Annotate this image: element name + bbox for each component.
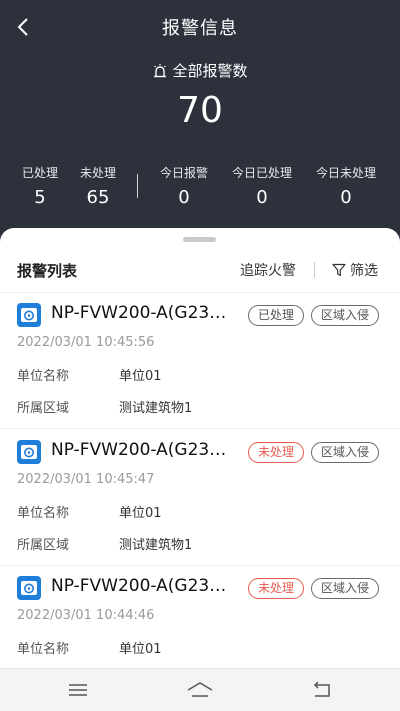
alarm-list-sheet: 报警列表 追踪火警 筛选 NP-FVW200-A(G23… 已处理 区域入侵 2… <box>0 228 400 668</box>
stat-label: 未处理 <box>79 166 116 180</box>
alarm-time: 2022/03/01 10:44:46 <box>17 608 155 623</box>
alarm-card[interactable]: NP-FVW200-A(G23… 已处理 区域入侵 2022/03/01 10:… <box>0 293 400 429</box>
stat-label: 已处理 <box>21 166 58 180</box>
camera-device-icon <box>17 576 41 600</box>
system-nav-bar <box>0 668 400 711</box>
stats-divider <box>137 174 138 198</box>
camera-device-icon <box>17 440 41 464</box>
alarm-card[interactable]: NP-FVW200-A(G23… 未处理 区域入侵 2022/03/01 10:… <box>0 566 400 668</box>
stat-unprocessed: 未处理 65 <box>78 164 118 208</box>
status-badge: 已处理 <box>248 305 305 326</box>
alarm-time: 2022/03/01 10:45:47 <box>17 472 155 487</box>
stat-value: 0 <box>256 187 268 208</box>
alarm-siren-icon <box>154 63 167 77</box>
toolbar-divider <box>314 262 315 278</box>
filter-funnel-icon <box>332 263 346 277</box>
stats-row: 已处理 5 未处理 65 今日报警 0 今日已处理 0 今日未处理 0 <box>0 164 400 214</box>
total-alarms-label-row: 全部报警数 <box>0 60 400 81</box>
area-value: 测试建筑物1 <box>119 538 193 553</box>
stat-value: 5 <box>34 187 46 208</box>
total-alarms-label: 全部报警数 <box>172 62 248 80</box>
stat-processed: 已处理 5 <box>20 164 60 208</box>
track-fire-button[interactable]: 追踪火警 <box>240 260 296 280</box>
stat-label: 今日报警 <box>159 166 208 180</box>
menu-icon[interactable] <box>66 679 90 701</box>
filter-label: 筛选 <box>350 263 378 279</box>
stat-value: 0 <box>340 187 352 208</box>
stat-value: 0 <box>178 187 190 208</box>
device-name: NP-FVW200-A(G23… <box>51 303 227 323</box>
status-badge: 未处理 <box>248 578 305 599</box>
stat-today-unprocessed: 今日未处理 0 <box>311 164 381 208</box>
stat-label: 今日已处理 <box>231 166 292 180</box>
page-title: 报警信息 <box>162 18 238 39</box>
device-name: NP-FVW200-A(G23… <box>51 576 227 596</box>
unit-name-label: 单位名称 <box>17 369 70 384</box>
drag-handle[interactable] <box>183 237 216 242</box>
area-label: 所属区域 <box>17 538 70 553</box>
stat-today-alarms: 今日报警 0 <box>154 164 214 208</box>
status-badge: 未处理 <box>248 442 305 463</box>
stat-label: 今日未处理 <box>315 166 376 180</box>
home-icon[interactable] <box>186 679 214 701</box>
unit-name-value: 单位01 <box>119 506 162 521</box>
alarm-list-title: 报警列表 <box>17 262 78 280</box>
alarm-type-badge: 区域入侵 <box>311 442 380 463</box>
alarm-type-badge: 区域入侵 <box>311 578 380 599</box>
area-label: 所属区域 <box>17 401 70 416</box>
area-value: 测试建筑物1 <box>119 401 193 416</box>
header: 报警信息 全部报警数 70 已处理 5 未处理 65 今日报警 0 今日已处理 … <box>0 0 400 240</box>
alarm-type-badge: 区域入侵 <box>311 305 380 326</box>
total-alarms-value: 70 <box>177 90 223 131</box>
unit-name-label: 单位名称 <box>17 506 70 521</box>
device-name: NP-FVW200-A(G23… <box>51 440 227 460</box>
stat-today-processed: 今日已处理 0 <box>227 164 297 208</box>
alarm-time: 2022/03/01 10:45:56 <box>17 335 155 350</box>
unit-name-value: 单位01 <box>119 642 162 657</box>
filter-button[interactable]: 筛选 <box>332 260 378 280</box>
unit-name-value: 单位01 <box>119 369 162 384</box>
unit-name-label: 单位名称 <box>17 642 70 657</box>
alarm-card[interactable]: NP-FVW200-A(G23… 未处理 区域入侵 2022/03/01 10:… <box>0 430 400 566</box>
back-nav-icon[interactable] <box>310 679 334 701</box>
camera-device-icon <box>17 303 41 327</box>
stat-value: 65 <box>86 187 110 208</box>
